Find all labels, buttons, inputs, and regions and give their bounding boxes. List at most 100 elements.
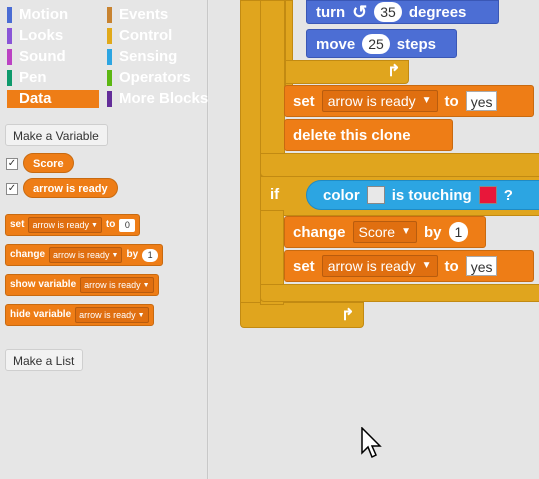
hide-variable-word: hide variable — [10, 309, 72, 320]
category-label: Sound — [19, 48, 66, 65]
variable-dropdown[interactable]: arrow is ready ▼ — [80, 277, 154, 293]
variable-dropdown[interactable]: Score ▼ — [352, 221, 417, 243]
mouse-cursor-icon — [361, 427, 382, 459]
dropdown-value: arrow is ready — [327, 258, 416, 274]
operators-swatch — [107, 70, 112, 86]
turn-block-content: turn ↺ 35 degrees — [316, 1, 466, 23]
color-word: color — [323, 186, 360, 204]
category-label: Operators — [119, 69, 191, 86]
inner-loop-bottom[interactable] — [260, 153, 539, 177]
move-block-content: move 25 steps — [316, 33, 436, 55]
category-sensing[interactable]: Sensing — [107, 48, 199, 66]
to-word: to — [105, 219, 116, 230]
category-label: Pen — [19, 69, 47, 86]
delete-clone-label: delete this clone — [293, 127, 411, 144]
score-reporter[interactable]: Score — [23, 153, 74, 173]
touching-color-content: color is touching ? — [323, 184, 513, 206]
inner-loop-arm[interactable] — [260, 0, 285, 178]
steps-input[interactable]: 25 — [362, 34, 390, 54]
sound-swatch — [7, 49, 12, 65]
dropdown-arrow-icon: ▼ — [90, 221, 98, 229]
if-bottom[interactable] — [260, 284, 539, 302]
control-swatch — [107, 28, 112, 44]
dropdown-value: arrow is ready — [53, 249, 110, 260]
variable-dropdown[interactable]: arrow is ready ▼ — [75, 307, 149, 323]
arrow-is-ready-checkbox[interactable]: ✓ — [6, 183, 18, 195]
change-score-content: change Score ▼ by 1 — [293, 221, 469, 243]
category-label: Sensing — [119, 48, 178, 65]
value-input[interactable]: 1 — [142, 248, 159, 262]
category-control[interactable]: Control — [107, 27, 199, 45]
dropdown-value: arrow is ready — [32, 219, 89, 230]
value-input[interactable]: 0 — [119, 218, 136, 232]
change-amount-input[interactable]: 1 — [448, 222, 469, 242]
script-area[interactable]: ↱ ↱ turn ↺ 35 degrees move 25 steps set … — [209, 0, 539, 479]
category-label: Looks — [19, 27, 64, 44]
change-word: change — [10, 249, 46, 260]
set-word: set — [293, 92, 315, 110]
is-touching-word: is touching — [391, 186, 472, 204]
degrees-word: degrees — [408, 3, 467, 21]
palette-show-variable-block[interactable]: show variable arrow is ready ▼ — [5, 274, 159, 296]
category-pen[interactable]: Pen — [7, 69, 99, 87]
set-word: set — [10, 219, 25, 230]
set-variable-content: set arrow is ready ▼ to yes — [293, 90, 498, 112]
variable-dropdown[interactable]: arrow is ready ▼ — [321, 90, 438, 112]
events-swatch — [107, 7, 112, 23]
dropdown-arrow-icon: ▼ — [421, 95, 432, 106]
block-palette: Motion Events Looks Control Sound Sensin… — [0, 0, 208, 479]
dropdown-arrow-icon: ▼ — [142, 281, 150, 289]
make-list-button[interactable]: Make a List — [5, 349, 83, 371]
degrees-input[interactable]: 35 — [374, 2, 402, 22]
value-input[interactable]: yes — [465, 256, 498, 276]
looks-swatch — [7, 28, 12, 44]
motion-swatch — [7, 7, 12, 23]
category-label: Data — [19, 90, 52, 107]
data-swatch — [7, 91, 12, 107]
more-blocks-swatch — [107, 91, 112, 107]
outer-loop-arm[interactable] — [240, 0, 262, 315]
category-label: Motion — [19, 6, 69, 23]
change-word: change — [293, 223, 346, 241]
variable-dropdown[interactable]: arrow is ready ▼ — [28, 217, 102, 233]
dropdown-arrow-icon: ▼ — [137, 311, 145, 319]
category-label: Events — [119, 6, 169, 23]
dropdown-arrow-icon: ▼ — [401, 226, 411, 237]
arrow-is-ready-reporter[interactable]: arrow is ready — [23, 178, 118, 198]
palette-hide-variable-block[interactable]: hide variable arrow is ready ▼ — [5, 304, 154, 326]
turn-word: turn — [316, 3, 346, 21]
loop-arrow-icon: ↱ — [341, 307, 355, 324]
category-data[interactable]: Data — [7, 90, 99, 108]
variable-dropdown[interactable]: arrow is ready ▼ — [321, 255, 438, 277]
dropdown-arrow-icon: ▼ — [421, 260, 432, 271]
show-variable-word: show variable — [10, 279, 77, 290]
set-variable-content-2: set arrow is ready ▼ to yes — [293, 255, 498, 277]
to-word: to — [444, 257, 459, 275]
dropdown-value: arrow is ready — [79, 309, 136, 320]
palette-set-block[interactable]: set arrow is ready ▼ to 0 — [5, 214, 141, 236]
dropdown-value: arrow is ready — [327, 93, 416, 109]
category-sound[interactable]: Sound — [7, 48, 99, 66]
category-label: More Blocks — [119, 90, 209, 107]
value-input[interactable]: yes — [465, 91, 498, 111]
set-word: set — [293, 257, 315, 275]
variable-dropdown[interactable]: arrow is ready ▼ — [49, 247, 123, 263]
sensing-swatch — [107, 49, 112, 65]
category-events[interactable]: Events — [107, 6, 199, 24]
steps-word: steps — [396, 35, 436, 53]
category-motion[interactable]: Motion — [7, 6, 99, 24]
rotate-left-icon: ↺ — [352, 1, 368, 22]
to-word: to — [444, 92, 459, 110]
question-mark: ? — [503, 186, 513, 204]
palette-change-block[interactable]: change arrow is ready ▼ by 1 — [5, 244, 164, 266]
category-label: Control — [119, 27, 173, 44]
color-swatch-red[interactable] — [478, 186, 497, 204]
category-more-blocks[interactable]: More Blocks — [107, 90, 208, 108]
color-swatch-white[interactable] — [366, 186, 385, 204]
loop-arrow-icon: ↱ — [387, 63, 401, 80]
dropdown-value: Score — [358, 224, 396, 240]
make-variable-button[interactable]: Make a Variable — [5, 124, 108, 146]
category-operators[interactable]: Operators — [107, 69, 199, 87]
category-looks[interactable]: Looks — [7, 27, 99, 45]
score-checkbox[interactable]: ✓ — [6, 158, 18, 170]
